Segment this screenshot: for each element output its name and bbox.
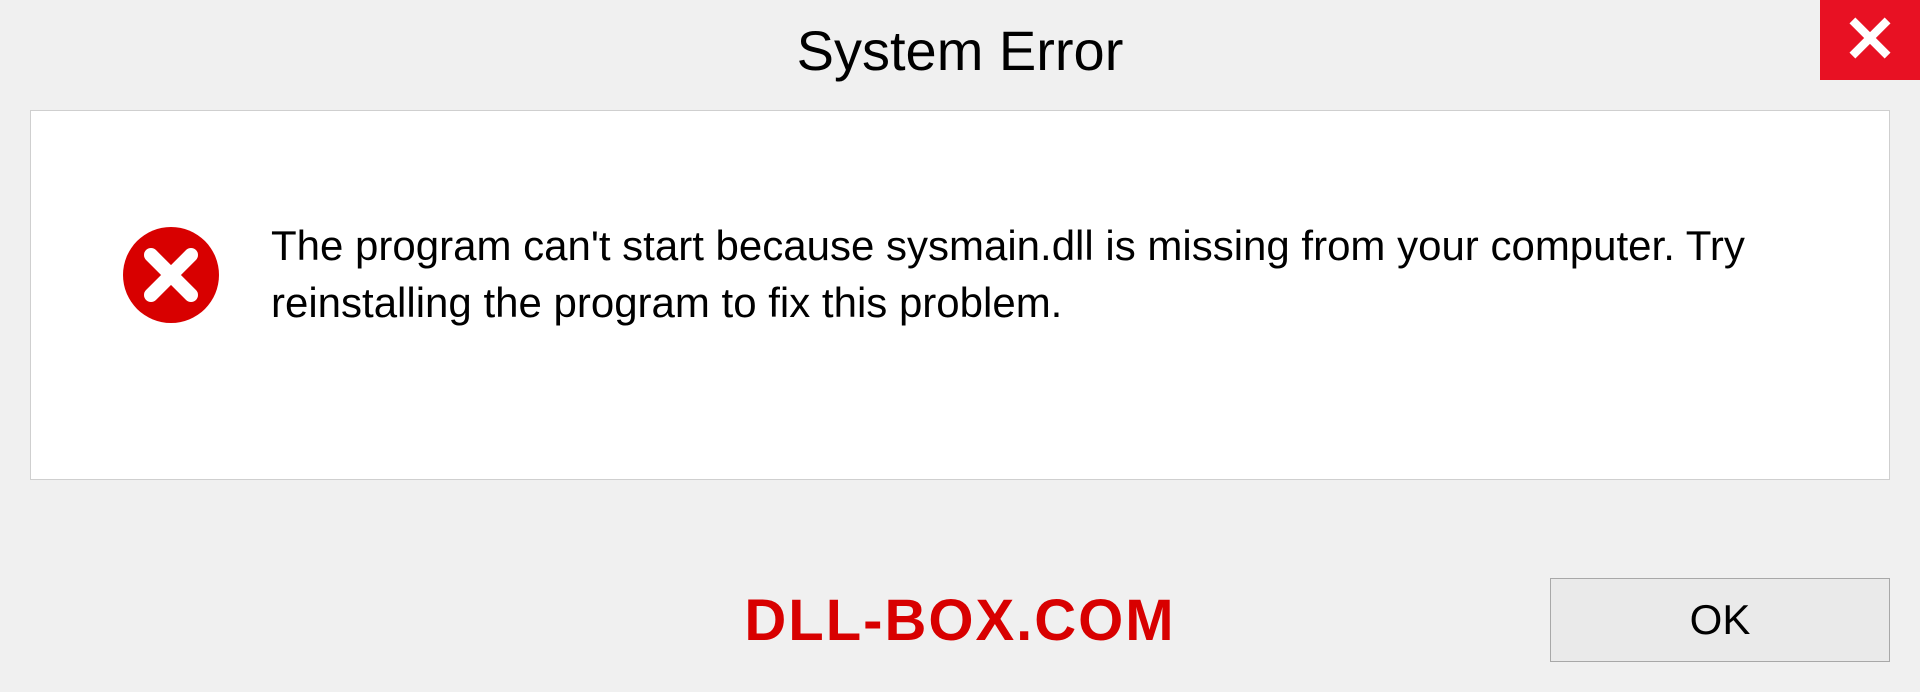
ok-button[interactable]: OK [1550,578,1890,662]
dialog-footer: DLL-BOX.COM OK [30,578,1890,662]
titlebar: System Error [0,0,1920,100]
dialog-content: The program can't start because sysmain.… [30,110,1890,480]
error-message: The program can't start because sysmain.… [271,218,1849,331]
close-icon [1848,16,1892,65]
close-button[interactable] [1820,0,1920,80]
error-icon [121,225,221,325]
watermark-text: DLL-BOX.COM [744,587,1175,654]
dialog-title: System Error [797,18,1124,83]
